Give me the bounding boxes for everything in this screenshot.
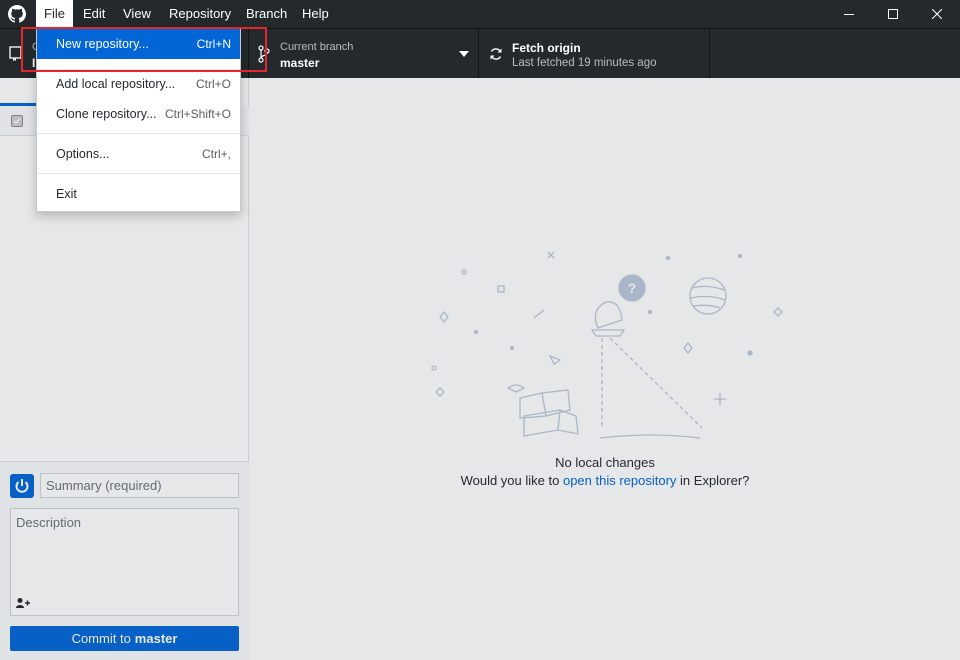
- select-all-checkbox[interactable]: [11, 115, 23, 127]
- repo-icon: [9, 46, 22, 61]
- branch-title: Current branch: [280, 41, 354, 53]
- commit-button-prefix: Commit to: [71, 631, 131, 646]
- maximize-button[interactable]: [870, 0, 916, 28]
- menu-item-add-local-repository[interactable]: Add local repository... Ctrl+O: [37, 69, 240, 99]
- open-in-explorer-link[interactable]: open this repository: [563, 473, 676, 488]
- menu-repository[interactable]: Repository: [161, 0, 239, 28]
- no-changes-description: Would you like to open this repository i…: [250, 473, 960, 488]
- commit-description-box: [10, 508, 239, 616]
- branch-name: master: [280, 56, 320, 70]
- no-changes-view: ? No local changes Would you like to ope…: [250, 78, 960, 660]
- commit-summary-input[interactable]: [40, 473, 239, 498]
- menu-help[interactable]: Help: [294, 0, 337, 28]
- menu-item-shortcut: Ctrl+,: [201, 147, 231, 161]
- commit-button-branch: master: [134, 631, 178, 646]
- menu-item-label: Options...: [56, 147, 110, 161]
- check-icon: [13, 118, 21, 125]
- commit-description-input[interactable]: [11, 509, 238, 589]
- branch-icon: [258, 45, 270, 63]
- avatar: [10, 474, 34, 498]
- menu-file[interactable]: File: [36, 0, 73, 28]
- fetch-title: Fetch origin: [512, 41, 581, 55]
- menu-edit[interactable]: Edit: [75, 0, 113, 28]
- power-icon: [15, 479, 29, 493]
- title-bar: File Edit View Repository Branch Help: [0, 0, 960, 28]
- add-coauthor-icon[interactable]: [16, 597, 30, 609]
- file-menu-dropdown: New repository... Ctrl+N Add local repos…: [36, 28, 241, 212]
- no-changes-title: No local changes: [555, 455, 655, 470]
- fetch-origin-button[interactable]: Fetch origin Last fetched 19 minutes ago: [479, 29, 710, 79]
- menu-item-shortcut: Ctrl+N: [196, 37, 231, 51]
- menu-separator: [37, 173, 240, 174]
- current-branch-button[interactable]: Current branch master: [249, 29, 479, 79]
- menu-item-label: Add local repository...: [56, 77, 176, 91]
- close-icon: [932, 9, 942, 19]
- github-logo-icon[interactable]: [8, 5, 26, 23]
- caret-down-icon: [459, 51, 469, 57]
- menu-item-label: Clone repository...: [56, 107, 157, 121]
- menu-branch[interactable]: Branch: [238, 0, 295, 28]
- menu-item-label: Exit: [56, 187, 77, 201]
- menu-item-shortcut: Ctrl+O: [195, 77, 231, 91]
- menu-item-clone-repository[interactable]: Clone repository... Ctrl+Shift+O: [37, 99, 240, 129]
- minimize-icon: [844, 14, 854, 15]
- no-changes-desc-after: in Explorer?: [680, 473, 750, 488]
- svg-text:?: ?: [628, 280, 637, 296]
- minimize-button[interactable]: [826, 0, 872, 28]
- repository-name: I: [32, 56, 36, 70]
- menu-item-shortcut: Ctrl+Shift+O: [164, 107, 231, 121]
- no-changes-desc-before: Would you like to: [460, 473, 560, 488]
- commit-button[interactable]: Commit to master: [10, 626, 239, 651]
- menu-item-label: New repository...: [56, 37, 149, 51]
- maximize-icon: [888, 9, 898, 19]
- commit-message-area: Commit to master: [0, 461, 249, 660]
- menu-view[interactable]: View: [115, 0, 159, 28]
- menu-separator: [37, 133, 240, 134]
- sync-icon: [490, 48, 502, 60]
- menu-item-exit[interactable]: Exit: [37, 179, 240, 209]
- blankslate-space-illustration: ?: [431, 251, 783, 439]
- last-fetched-text: Last fetched 19 minutes ago: [512, 57, 657, 69]
- close-button[interactable]: [914, 0, 960, 28]
- menu-item-new-repository[interactable]: New repository... Ctrl+N: [37, 29, 240, 59]
- menu-item-options[interactable]: Options... Ctrl+,: [37, 139, 240, 169]
